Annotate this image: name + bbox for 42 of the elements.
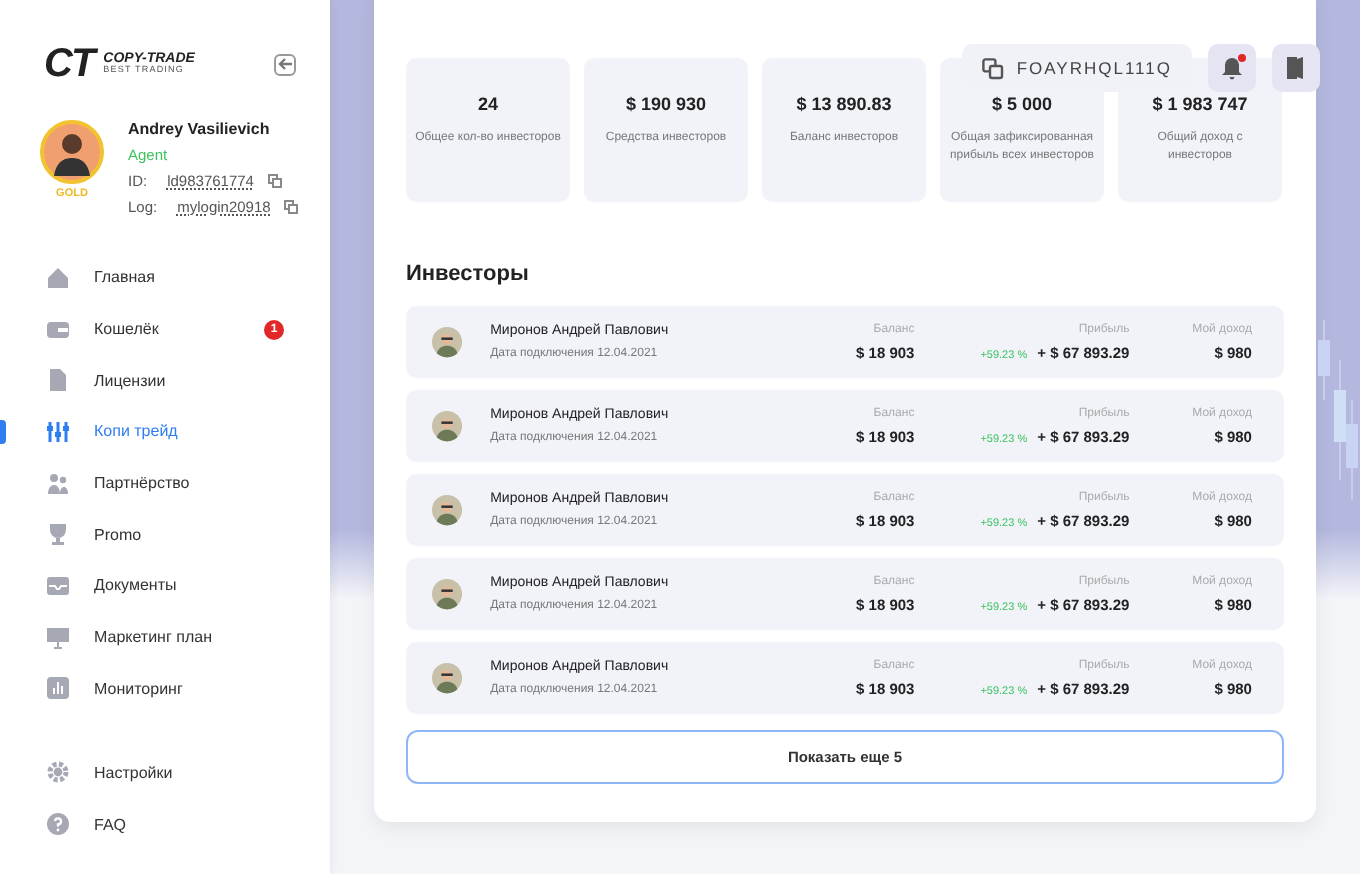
people-icon — [46, 471, 70, 496]
nav-item[interactable]: Маркетинг план — [0, 611, 330, 663]
sliders-icon — [46, 419, 70, 444]
nav-item[interactable]: Лицензии — [0, 354, 330, 407]
user-name: Andrey Vasilievich — [128, 120, 272, 138]
stat-value: $ 5 000 — [991, 94, 1053, 114]
notifications-button[interactable] — [1208, 44, 1256, 92]
trophy-icon — [46, 522, 70, 547]
avatar — [432, 662, 463, 694]
referral-code-button[interactable]: FOAYRHQL111Q — [962, 44, 1192, 92]
bell-icon — [1220, 56, 1244, 80]
inbox-icon — [46, 573, 70, 598]
avatar — [432, 326, 463, 358]
avatar — [432, 410, 463, 442]
settings-icon — [46, 760, 70, 785]
copy-icon — [982, 57, 1005, 79]
nav-item[interactable]: Копи трейд — [0, 406, 330, 458]
nav-item[interactable]: Настройки — [0, 747, 330, 799]
avatar — [432, 494, 463, 526]
logout-button[interactable] — [1272, 44, 1320, 92]
logo-mark: CT — [44, 41, 94, 87]
nav-item[interactable]: Promo — [0, 508, 330, 561]
nav-item[interactable]: Главная — [0, 252, 330, 304]
stat-value: $ 190 930 — [625, 94, 707, 114]
nav-item[interactable]: Мониторинг — [0, 663, 330, 715]
chart-icon — [46, 676, 70, 701]
avatar — [40, 120, 104, 184]
avatar — [432, 578, 463, 610]
document-icon — [46, 368, 70, 393]
stat-value: $ 1 983 747 — [1152, 94, 1248, 114]
stat-value: 24 — [477, 94, 498, 114]
section-title: Инвесторы — [406, 262, 531, 286]
nav-item[interactable]: FAQ — [0, 798, 330, 850]
door-icon — [1286, 56, 1306, 80]
help-icon — [46, 812, 70, 837]
nav-item[interactable]: Партнёрство — [0, 457, 330, 509]
wallet-icon — [46, 317, 70, 342]
collapse-button[interactable] — [274, 53, 296, 75]
stat-value: $ 13 890.83 — [796, 94, 892, 114]
presentation-icon — [46, 625, 70, 650]
nav-item[interactable]: Документы — [0, 560, 330, 612]
home-icon — [46, 265, 70, 290]
